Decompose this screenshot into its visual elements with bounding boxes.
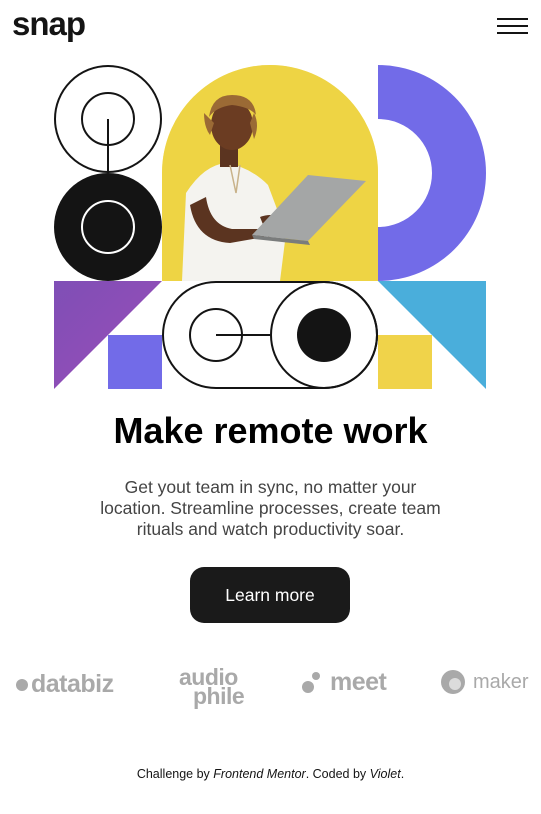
yellow-square-shape [378,335,432,389]
snap-logo[interactable]: snap [12,4,86,44]
hamburger-menu-icon[interactable] [497,16,529,38]
client-logo-meet: meet [302,668,387,697]
hero-title: Make remote work [113,410,428,451]
pill-toggle-shape [162,281,378,389]
frontend-mentor-link[interactable]: Frontend Mentor [213,767,305,781]
meet-mark-icon [302,671,328,695]
violet-half-ring-shape [378,65,486,281]
databiz-mark-icon [16,678,28,691]
attribution-prefix: Challenge by [136,767,214,781]
hero-description: Get yout team in sync, no matter your lo… [100,477,441,539]
menu-line [497,18,528,20]
client-name: databiz [31,670,114,698]
attribution-middle: . Coded by [305,767,370,781]
menu-line [497,25,528,27]
black-circle-shape [54,173,162,281]
outline-circle-shape [54,65,162,173]
violet-square-shape [108,335,162,389]
client-logo-maker: maker [441,670,529,694]
client-logo-audiophile: audio phile [179,666,245,708]
attribution-suffix: . [400,767,405,781]
menu-line [497,32,528,34]
maker-mark-icon [441,670,465,694]
hero-illustration [54,65,486,389]
hero-photo [162,65,378,281]
learn-more-button[interactable]: Learn more [190,567,350,623]
client-name: meet [330,668,387,696]
attribution: Challenge by Frontend Mentor. Coded by V… [0,767,541,781]
author-link[interactable]: Violet [370,767,401,781]
client-logo-databiz: databiz [16,670,114,699]
client-logos: databiz audio phile meet maker [0,660,541,720]
client-name: maker [473,670,529,693]
site-header: snap [0,0,541,56]
